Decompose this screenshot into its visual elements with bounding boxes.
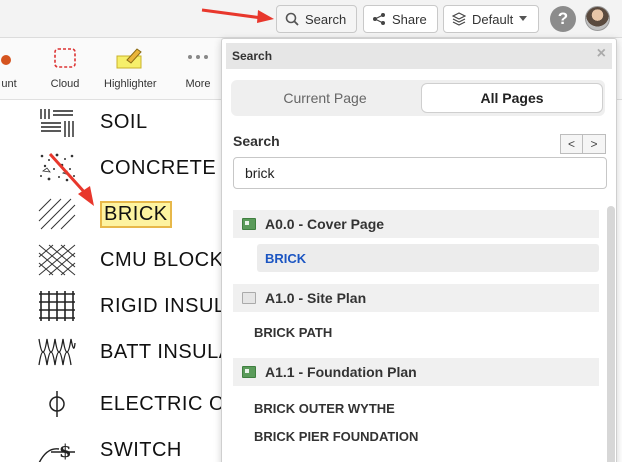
search-panel-title: Search (232, 49, 273, 63)
highlighter-icon (116, 48, 143, 69)
rigid-insulation-icon (39, 291, 75, 321)
soil-hatch-icon (40, 109, 74, 137)
cmu-hatch-icon (38, 244, 76, 276)
sheet-thumbnail-icon (242, 218, 256, 230)
batt-insulation-icon (38, 338, 76, 366)
highlighter-tool-label: Highlighter (104, 78, 157, 90)
search-button-label: Search (305, 11, 347, 27)
cloud-tool[interactable]: Cloud (50, 46, 80, 90)
next-result-button[interactable]: > (583, 134, 606, 154)
previous-result-button[interactable]: < (560, 134, 583, 154)
more-tools-label: More (185, 78, 211, 90)
cloud-tool-label: Cloud (50, 78, 80, 90)
search-field-label: Search (233, 133, 280, 149)
search-results: A0.0 - Cover Page BRICK A1.0 - Site Plan… (233, 210, 599, 450)
share-button-label: Share (392, 11, 427, 27)
result-match-item[interactable]: BRICK PATH (233, 318, 599, 346)
count-icon (1, 55, 11, 65)
legend-label: CMU BLOCK (100, 248, 224, 271)
sheet-thumbnail-icon (242, 366, 256, 378)
layers-icon (452, 12, 466, 26)
legend-label: BATT INSULA (100, 340, 233, 363)
search-panel: Search × Current Page All Pages Search <… (221, 38, 617, 462)
sheet-thumbnail-icon (242, 292, 256, 304)
search-icon (285, 12, 299, 26)
red-arrow-annotation (48, 152, 94, 206)
legend-row: SOIL (36, 104, 147, 140)
search-button[interactable]: Search (276, 5, 357, 33)
result-match-item[interactable]: BRICK (257, 244, 599, 272)
switch-icon: $ (38, 441, 75, 462)
help-button[interactable]: ? (550, 6, 576, 32)
legend-row: ELECTRIC O (36, 386, 225, 422)
share-button[interactable]: Share (363, 5, 438, 33)
result-match-item[interactable]: BRICK OUTER WYTHE (233, 394, 599, 422)
count-tool-label: unt (1, 78, 17, 90)
search-panel-header: Search × (226, 43, 612, 69)
legend-row: RIGID INSUL (36, 288, 225, 324)
legend-label: RIGID INSUL (100, 294, 226, 317)
electric-outlet-icon (49, 391, 65, 417)
highlighter-tool[interactable]: Highlighter (104, 46, 157, 90)
top-toolbar: Search Share Default ? (0, 0, 622, 38)
result-page-header[interactable]: A0.0 - Cover Page (233, 210, 599, 238)
legend-row: $ SWITCH (36, 432, 181, 462)
legend-label: SOIL (100, 110, 148, 133)
more-icon (188, 55, 208, 59)
result-nav: < > (560, 134, 606, 154)
result-page-header[interactable]: A1.0 - Site Plan (233, 284, 599, 312)
avatar[interactable] (585, 6, 610, 31)
red-arrow-annotation (201, 8, 274, 23)
legend-label: CONCRETE (100, 156, 217, 179)
legend-label: ELECTRIC O (100, 392, 226, 415)
layers-dropdown[interactable]: Default (443, 5, 539, 33)
more-tools-menu[interactable]: More (183, 46, 213, 90)
results-scrollbar[interactable] (607, 206, 615, 462)
legend-label: SWITCH (100, 438, 182, 461)
result-page-title: A1.0 - Site Plan (265, 290, 367, 306)
scope-toggle: Current Page All Pages (231, 80, 605, 116)
search-input[interactable]: brick (233, 157, 607, 189)
count-tool[interactable]: unt (0, 46, 24, 90)
result-page-title: A0.0 - Cover Page (265, 216, 385, 232)
tab-all-pages[interactable]: All Pages (421, 83, 603, 113)
tab-current-page[interactable]: Current Page (235, 83, 415, 113)
caret-down-icon (519, 16, 528, 21)
result-match-item[interactable]: BRICK PIER FOUNDATION (233, 422, 599, 450)
legend-row: CMU BLOCK (36, 242, 223, 278)
result-page-title: A1.1 - Foundation Plan (265, 364, 417, 380)
result-page-header[interactable]: A1.1 - Foundation Plan (233, 358, 599, 386)
cloud-icon (54, 48, 76, 68)
legend-label-highlighted: BRICK (100, 200, 172, 228)
close-icon[interactable]: × (597, 45, 606, 63)
layers-dropdown-label: Default (472, 11, 514, 27)
share-icon (373, 13, 385, 25)
legend-row: BATT INSULA (36, 334, 232, 370)
